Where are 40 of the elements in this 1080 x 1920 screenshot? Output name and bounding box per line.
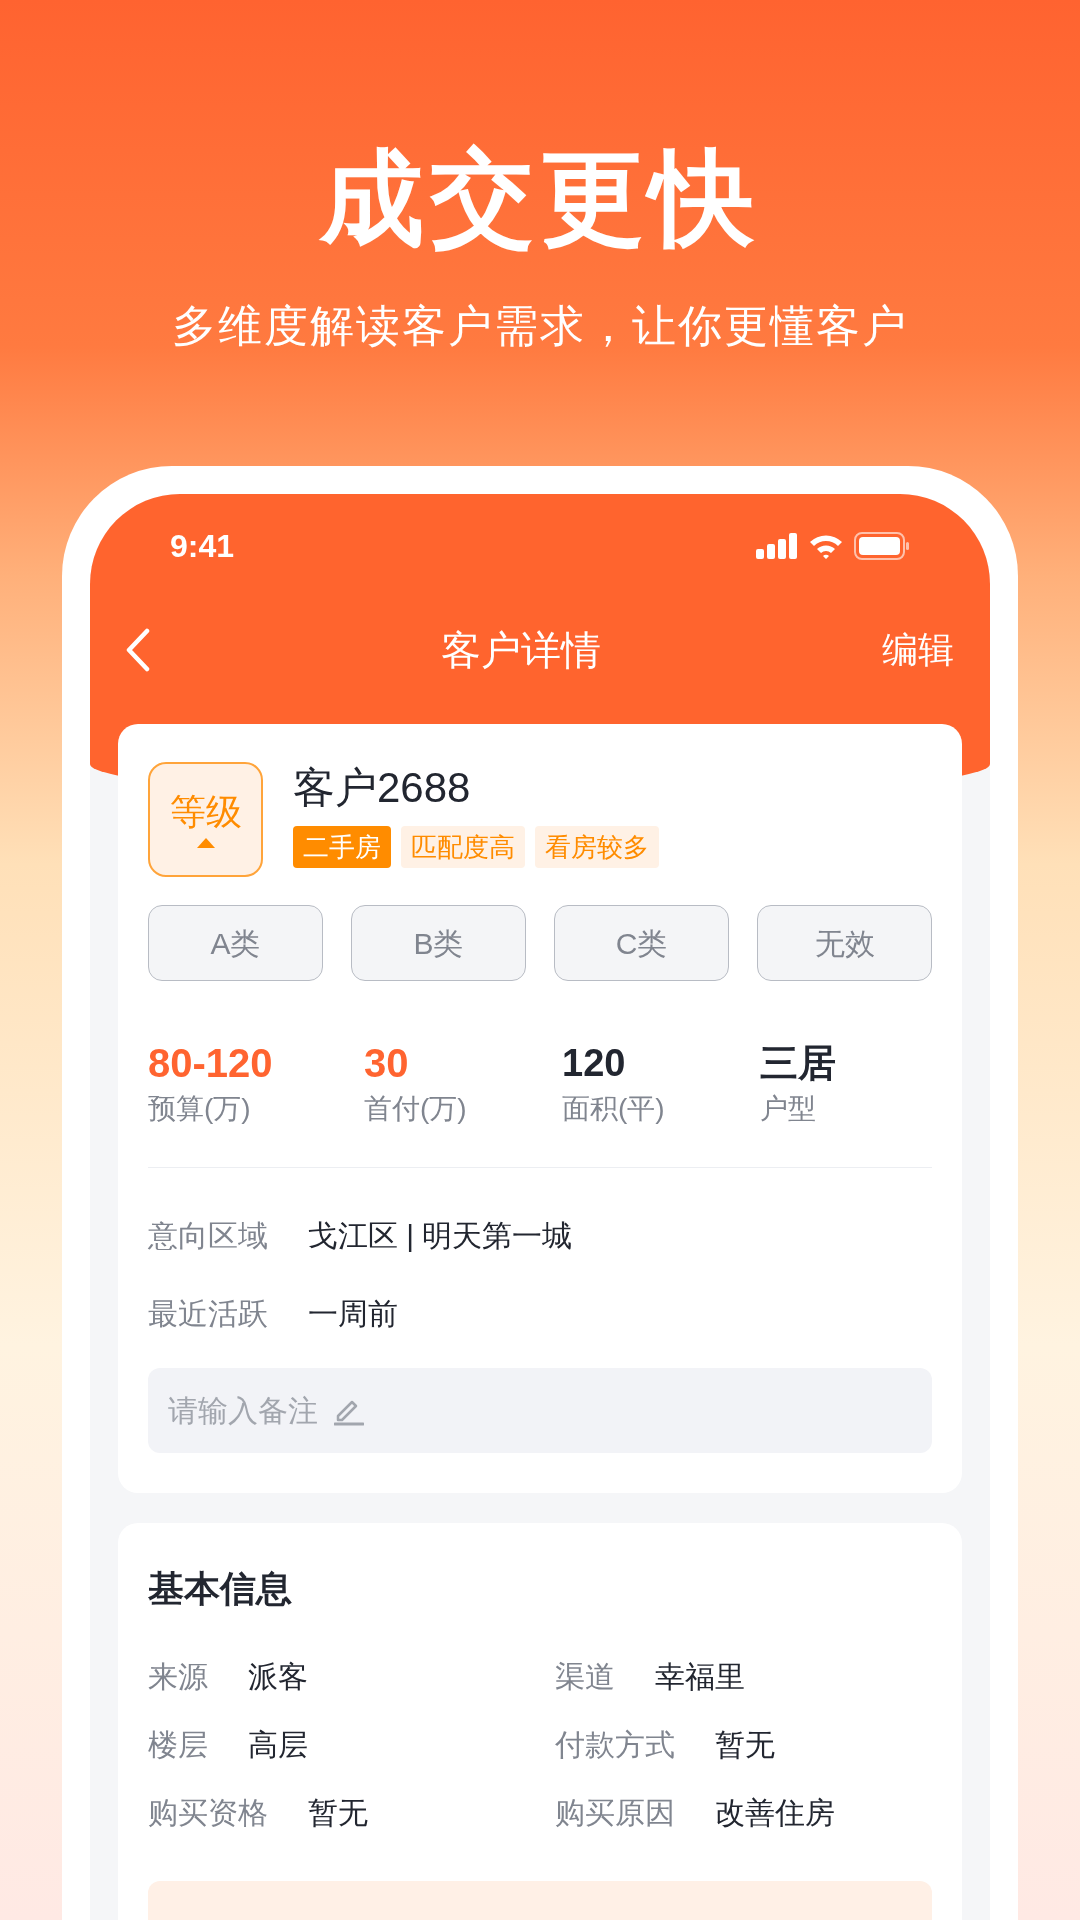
customer-name: 客户2688 [293,763,472,813]
promo-subtitle: 多维度解读客户需求，让你更懂客户 [172,300,908,352]
info-label: 购买资格 [148,1795,268,1831]
detail-label: 最近活跃 [148,1296,268,1332]
customer-tag: 二手房 [293,826,391,868]
stat-value: 120 [562,1041,627,1086]
info-value: 暂无 [308,1795,368,1831]
level-button[interactable]: 等级 [148,762,263,877]
detail-value: 戈江区 | 明天第一城 [308,1218,573,1254]
note-field[interactable]: 请输入备注 [148,1368,932,1453]
category-button[interactable]: 无效 [757,905,932,981]
category-button[interactable]: A类 [148,905,323,981]
detail-label: 意向区域 [148,1218,268,1254]
stat-label: 预算(万) [148,1092,252,1126]
info-label: 购买原因 [555,1795,675,1831]
status-time: 9:41 [170,527,235,566]
stat-value: 80-120 [148,1040,274,1087]
section-title: 基本信息 [148,1567,293,1611]
stat-value: 30 [364,1040,410,1087]
page-title: 客户详情 [441,627,601,674]
promo-title: 成交更快 [320,139,760,258]
info-label: 渠道 [555,1659,615,1695]
edit-button[interactable]: 编辑 [882,623,954,677]
info-value: 幸福里 [655,1659,745,1695]
stat-label: 户型 [760,1092,817,1126]
info-label: 楼层 [148,1727,208,1763]
info-value: 派客 [248,1659,308,1695]
stat-value: 三居 [760,1041,837,1086]
stat-label: 面积(平) [562,1092,666,1126]
customer-tag: 看房较多 [535,826,659,868]
detail-value: 一周前 [308,1296,398,1332]
info-label: 付款方式 [555,1727,675,1763]
stat-label: 首付(万) [364,1092,468,1126]
info-value: 改善住房 [715,1795,835,1831]
category-button[interactable]: B类 [351,905,526,981]
category-button[interactable]: C类 [554,905,729,981]
customer-tag: 匹配度高 [401,826,525,868]
info-label: 来源 [148,1659,208,1695]
info-value: 暂无 [715,1727,775,1763]
info-value: 高层 [248,1727,308,1763]
